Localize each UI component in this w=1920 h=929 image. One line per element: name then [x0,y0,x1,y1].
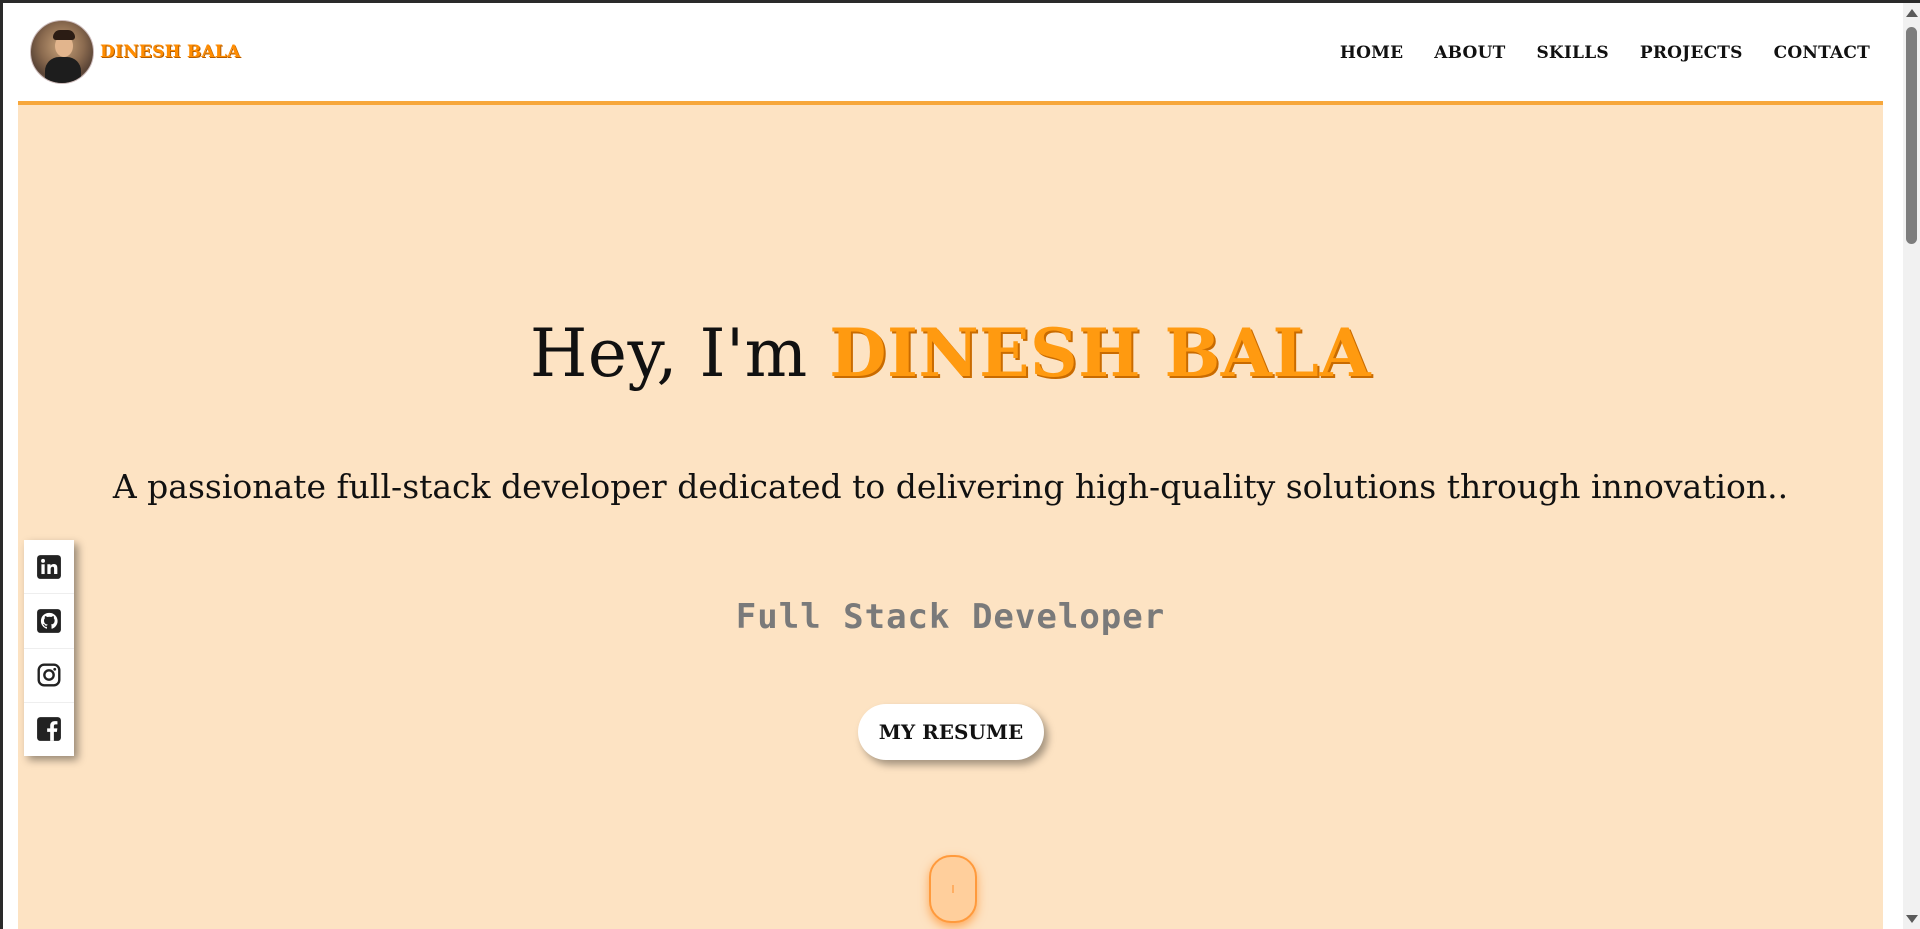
social-facebook[interactable] [24,703,74,756]
hero-name: DINESH BALA [829,314,1372,392]
hero-greeting: Hey, I'm [529,315,830,392]
scroll-down-button[interactable] [929,855,977,923]
brand[interactable]: DINESH BALA [30,20,240,84]
resume-button[interactable]: MY RESUME [858,704,1044,760]
scroll-indicator-icon [952,885,954,893]
instagram-icon [37,663,61,687]
github-icon [37,608,61,633]
social-linkedin[interactable] [24,540,74,595]
window-border-left [0,0,3,929]
brand-name: DINESH BALA [100,42,241,62]
nav-skills[interactable]: SKILLS [1536,43,1608,63]
navbar: DINESH BALA HOME ABOUT SKILLS PROJECTS C… [18,3,1883,105]
avatar [30,20,94,84]
scroll-down-arrow-icon[interactable] [1906,915,1918,923]
social-sidebar [24,540,74,756]
social-instagram[interactable] [24,649,74,703]
hero-subtitle: A passionate full-stack developer dedica… [112,467,1789,506]
social-github[interactable] [24,594,74,649]
nav-home[interactable]: HOME [1340,43,1403,63]
hero-role: Full Stack Developer [735,597,1166,637]
facebook-icon [37,717,61,742]
nav-contact[interactable]: CONTACT [1774,43,1870,63]
hero-section: Hey, I'm DINESH BALA A passionate full-s… [18,105,1883,929]
nav-about[interactable]: ABOUT [1434,43,1505,63]
page-scrollbar[interactable] [1903,3,1920,929]
linkedin-icon [37,554,61,579]
browser-viewport: DINESH BALA HOME ABOUT SKILLS PROJECTS C… [0,0,1920,929]
nav-menu: HOME ABOUT SKILLS PROJECTS CONTACT [1309,43,1870,63]
scroll-up-arrow-icon[interactable] [1906,9,1918,17]
hero-title: Hey, I'm DINESH BALA [18,320,1883,387]
nav-projects[interactable]: PROJECTS [1640,43,1743,63]
scrollbar-thumb[interactable] [1906,27,1917,244]
